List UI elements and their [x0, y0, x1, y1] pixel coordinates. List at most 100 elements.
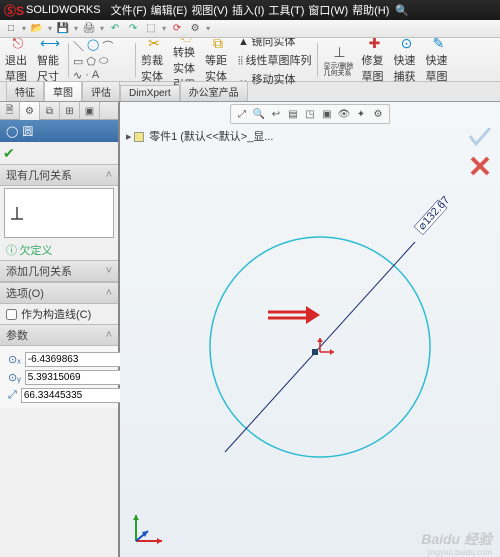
dimension-value: 132.67 — [421, 194, 452, 227]
line-icon[interactable]: ＼ — [73, 38, 84, 54]
manager-tabs: 🗎 ⚙ ⧉ ⊞ ▣ — [0, 102, 118, 120]
save-icon[interactable]: 💾 — [56, 22, 70, 36]
trim-button[interactable]: ✂ 剪裁实体 — [140, 41, 168, 79]
menu-window[interactable]: 窗口(W) — [306, 1, 350, 19]
smart-dimension-label: 智能尺寸 — [37, 52, 63, 84]
display-relations-button[interactable]: ⊥ 显示/删除几何关系 — [322, 41, 356, 79]
search-icon[interactable]: 🔍 — [395, 4, 409, 17]
menu-file[interactable]: 文件(F) — [109, 1, 149, 19]
pattern-button[interactable]: ⦙⦙ 线性草图阵列 — [236, 51, 313, 69]
new-icon[interactable]: □ — [4, 22, 18, 36]
circle-icon[interactable]: ◯ — [87, 38, 99, 54]
property-manager: 🗎 ⚙ ⧉ ⊞ ▣ ◯ 圆 ✔ 现有几何关系 ˄ ⓘ 欠定义 添加几何关系 ˅ — [0, 102, 120, 557]
pattern-icon: ⦙⦙ — [238, 55, 243, 67]
quick-snap-button[interactable]: ⊙ 快速捕获 — [392, 41, 420, 79]
spline-icon[interactable]: ∿ — [73, 69, 82, 82]
chevron-up-icon: ˄ — [106, 169, 112, 181]
radius-icon: ⤢ — [8, 387, 17, 403]
add-relations-label: 添加几何关系 — [6, 263, 72, 279]
center-x-icon: ⊙ₓ — [8, 351, 21, 367]
center-y-icon: ⊙ᵧ — [8, 369, 21, 385]
menu-edit[interactable]: 编辑(E) — [149, 1, 190, 19]
tab-dimxpert[interactable]: DimXpert — [120, 85, 180, 101]
trim-label: 剪裁实体 — [141, 52, 167, 84]
existing-relations-label: 现有几何关系 — [6, 167, 72, 183]
diameter-dimension[interactable]: ⌀ 132.67 — [414, 194, 452, 234]
params-header[interactable]: 参数 ˄ — [0, 324, 118, 346]
rapid-label: 快速草图 — [425, 52, 451, 84]
undo-icon[interactable]: ↶ — [108, 22, 122, 36]
exit-sketch-button[interactable]: ⎋ 退出草图 — [4, 41, 32, 79]
params-body: ⊙ₓ ▴▾ ⊙ᵧ ▴▾ ⤢ ▴▾ — [0, 346, 118, 408]
display-relations-label: 显示/删除几何关系 — [323, 63, 355, 77]
config-tab-icon[interactable]: ⧉ — [40, 102, 60, 120]
orientation-triad[interactable] — [130, 507, 170, 547]
property-title-text: 圆 — [22, 123, 33, 139]
print-icon[interactable]: 🖨 — [82, 22, 96, 36]
tab-office[interactable]: 办公室产品 — [180, 81, 248, 101]
dimxpert-tab-icon[interactable]: ⊞ — [60, 102, 80, 120]
graphics-area[interactable]: ⤢ 🔍 ↩ ▤ ◳ ▣ 👁 ✦ ⚙ ▸ 零件1 (默认<<默认>_显... — [120, 102, 500, 557]
titlebar: ⓈS SOLIDWORKS 文件(F) 编辑(E) 视图(V) 插入(I) 工具… — [0, 0, 500, 20]
tab-sketch[interactable]: 草图 — [44, 81, 82, 101]
standard-toolbar: □▾ 📂▾ 💾▾ 🖨▾ ↶ ↷ ⬚▾ ⟳ ⚙▾ — [0, 20, 500, 38]
quick-snap-label: 快速捕获 — [393, 52, 419, 84]
repair-button[interactable]: ✚ 修复草图 — [360, 41, 388, 79]
rectangle-icon[interactable]: ▭ — [73, 55, 83, 68]
slot-icon[interactable]: ⬭ — [99, 55, 108, 68]
existing-relations-list[interactable] — [4, 188, 114, 238]
smart-dimension-button[interactable]: ⟷ 智能尺寸 — [36, 41, 64, 79]
tab-evaluate[interactable]: 评估 — [82, 81, 120, 101]
solidworks-logo-icon: ⓈS — [4, 2, 24, 19]
tab-feature[interactable]: 特征 — [6, 81, 44, 101]
menu-view[interactable]: 视图(V) — [189, 1, 230, 19]
property-title: ◯ 圆 — [0, 120, 118, 142]
construction-label: 作为构造线(C) — [21, 306, 91, 322]
perpendicular-icon — [9, 205, 25, 221]
rebuild-icon[interactable]: ⟳ — [170, 22, 184, 36]
under-defined-label: 欠定义 — [20, 245, 53, 257]
menu-help[interactable]: 帮助(H) — [350, 1, 391, 19]
options-header[interactable]: 选项(O) ˄ — [0, 282, 118, 304]
coincident-relation-icon — [312, 349, 318, 355]
annotation-arrow-icon — [268, 306, 320, 324]
open-icon[interactable]: 📂 — [30, 22, 44, 36]
ok-button[interactable]: ✔ — [3, 145, 15, 162]
sketch-origin[interactable] — [312, 338, 334, 355]
chevron-down-icon: ˅ — [106, 265, 112, 277]
convert-button[interactable]: ⎘ 转换实体引用 — [172, 41, 200, 79]
app-title: SOLIDWORKS — [26, 4, 101, 16]
menu-tools[interactable]: 工具(T) — [266, 1, 306, 19]
point-icon[interactable]: · — [85, 69, 89, 82]
rapid-sketch-button[interactable]: ✎ 快速草图 — [424, 41, 452, 79]
chevron-up-icon: ˄ — [106, 287, 112, 299]
exit-sketch-label: 退出草图 — [5, 52, 31, 84]
sketch-geometry: ⌀ 132.67 — [120, 102, 500, 557]
options-icon[interactable]: ⚙ — [188, 22, 202, 36]
watermark: Baidu 经验 — [421, 529, 492, 549]
circle-prop-icon: ◯ — [6, 125, 18, 138]
redo-icon[interactable]: ↷ — [126, 22, 140, 36]
feature-tree-tab-icon[interactable]: 🗎 — [0, 102, 20, 120]
sketch-entity-group: ＼ ◯ ⌒ ▭ ⬠ ⬭ ∿ · A — [73, 38, 131, 82]
select-icon[interactable]: ⬚ — [144, 22, 158, 36]
polygon-icon[interactable]: ⬠ — [86, 55, 96, 68]
property-tab-icon[interactable]: ⚙ — [20, 102, 40, 120]
relations-icon: ⊥ — [329, 43, 349, 63]
add-relations-header[interactable]: 添加几何关系 ˅ — [0, 260, 118, 282]
arc-icon[interactable]: ⌒ — [102, 38, 113, 54]
repair-label: 修复草图 — [361, 52, 387, 84]
construction-checkbox[interactable] — [6, 309, 17, 320]
text-icon[interactable]: A — [92, 69, 99, 82]
existing-relations-header[interactable]: 现有几何关系 ˄ — [0, 164, 118, 186]
display-tab-icon[interactable]: ▣ — [80, 102, 100, 120]
chevron-up-icon: ˄ — [106, 329, 112, 341]
offset-button[interactable]: ⧉ 等距实体 — [204, 41, 232, 79]
under-defined-icon: ⓘ — [6, 245, 17, 257]
confirm-row: ✔ — [0, 142, 118, 164]
watermark-sub: jingyan.baidu.com — [428, 548, 492, 557]
command-manager: ⎋ 退出草图 ⟷ 智能尺寸 ＼ ◯ ⌒ ▭ ⬠ ⬭ ∿ · A ✂ 剪裁实体 ⎘… — [0, 38, 500, 82]
options-label: 选项(O) — [6, 285, 44, 301]
offset-label: 等距实体 — [205, 52, 231, 84]
menu-insert[interactable]: 插入(I) — [230, 1, 266, 19]
